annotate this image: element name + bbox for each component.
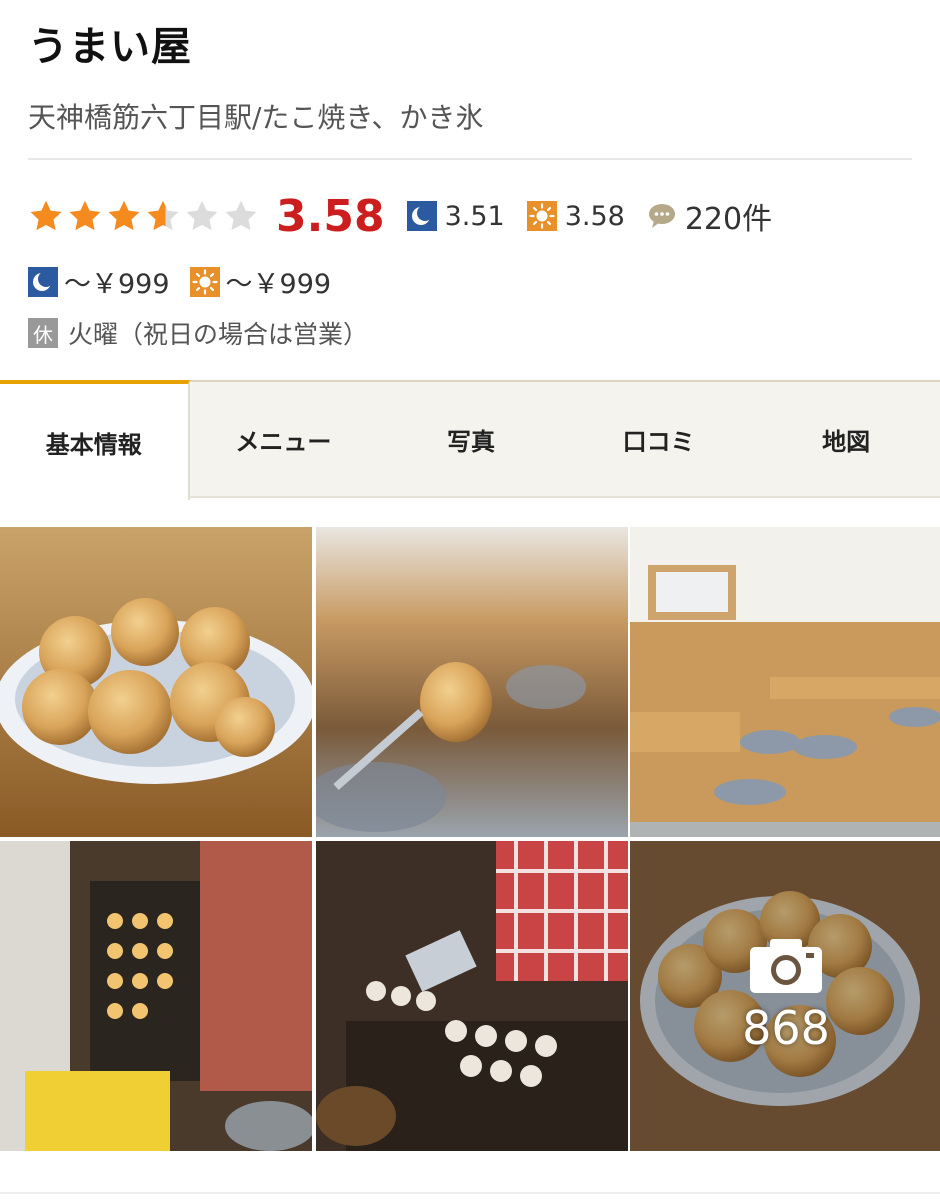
gallery-photo[interactable] bbox=[316, 841, 628, 1151]
half-star-icon bbox=[147, 200, 179, 231]
moon-icon bbox=[406, 201, 437, 231]
tab-menu[interactable]: メニュー bbox=[190, 382, 378, 496]
photo-count-overlay: 868 bbox=[630, 841, 940, 1151]
tab-map[interactable]: 地図 bbox=[752, 382, 940, 496]
lunch-price: ～￥999 bbox=[225, 269, 332, 300]
closed-days-row: 休 火曜（祝日の場合は営業） bbox=[28, 315, 368, 351]
star-empty-icon bbox=[225, 200, 257, 231]
tab-photos[interactable]: 写真 bbox=[377, 382, 565, 496]
lunch-score: 3.58 bbox=[564, 200, 625, 232]
dinner-price: ～￥999 bbox=[64, 269, 170, 300]
lunch-rating: 3.58 bbox=[526, 200, 625, 232]
dinner-score: 3.51 bbox=[444, 200, 505, 232]
tab-bar: 基本情報 メニュー 写真 口コミ 地図 bbox=[0, 380, 940, 500]
star-icon bbox=[108, 200, 140, 231]
tab-basic-info[interactable]: 基本情報 bbox=[0, 380, 190, 500]
photo-count: 868 bbox=[742, 1001, 830, 1055]
store-name: うまい屋 bbox=[28, 24, 192, 70]
divider bbox=[28, 158, 912, 160]
review-count-link[interactable]: 220件 bbox=[647, 194, 772, 238]
photo-gallery: 868 bbox=[0, 527, 940, 1151]
closed-badge: 休 bbox=[28, 318, 58, 348]
store-station-genre: 天神橋筋六丁目駅/たこ焼き、かき氷 bbox=[28, 101, 484, 134]
price-row: ～￥999 ～￥999 bbox=[28, 262, 331, 301]
star-icon bbox=[69, 200, 101, 231]
divider bbox=[0, 1192, 940, 1194]
sun-icon bbox=[526, 201, 557, 231]
star-icon bbox=[30, 200, 62, 231]
gallery-photo[interactable] bbox=[0, 527, 312, 837]
gallery-photo[interactable] bbox=[630, 527, 940, 837]
star-rating bbox=[28, 196, 262, 236]
gallery-photo[interactable] bbox=[316, 527, 628, 837]
tab-reviews[interactable]: 口コミ bbox=[565, 382, 753, 496]
rating-score: 3.58 bbox=[276, 190, 385, 242]
speech-bubble-icon bbox=[648, 204, 675, 228]
gallery-photo[interactable] bbox=[0, 841, 312, 1151]
dinner-rating: 3.51 bbox=[406, 200, 505, 232]
moon-icon bbox=[28, 266, 58, 297]
gallery-more-photos[interactable]: 868 bbox=[630, 841, 940, 1151]
closed-days-text: 火曜（祝日の場合は営業） bbox=[68, 320, 369, 349]
star-empty-icon bbox=[186, 200, 218, 231]
rating-row: 3.58 3.51 3.58 220件 bbox=[28, 188, 772, 244]
review-count: 220件 bbox=[684, 202, 773, 237]
sun-icon bbox=[189, 266, 220, 297]
camera-icon bbox=[750, 939, 822, 993]
